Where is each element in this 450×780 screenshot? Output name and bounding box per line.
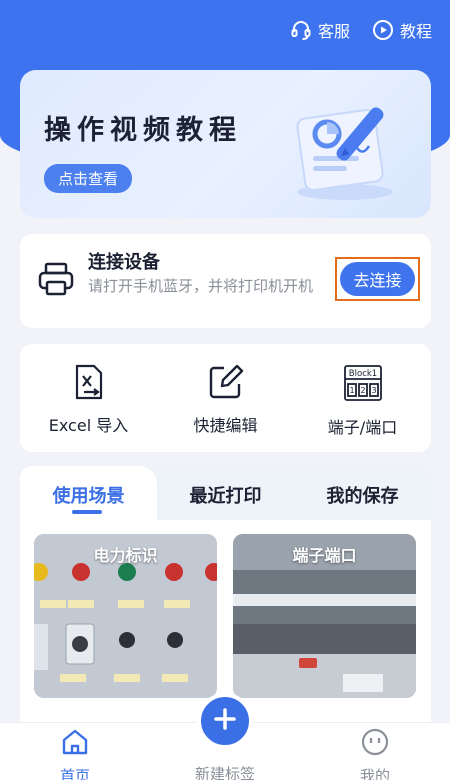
quick-edit-button[interactable]: 快捷编辑 xyxy=(157,344,294,452)
new-label-button[interactable] xyxy=(197,693,253,749)
connect-button-highlight: 去连接 xyxy=(335,257,420,301)
tutorial-button[interactable]: 教程 xyxy=(372,18,432,42)
scene-terminal-port-title: 端子端口 xyxy=(292,546,357,565)
nav-profile-label: 我的 xyxy=(359,767,390,780)
nav-home-label: 首页 xyxy=(59,767,90,780)
terminal-block-icon: Block1 1 2 3 xyxy=(343,364,383,402)
excel-import-icon xyxy=(72,364,106,400)
document-pen-illustration xyxy=(296,107,393,200)
terminal-icon-cell-2: 2 xyxy=(360,386,365,395)
connect-title: 连接设备 xyxy=(88,252,160,273)
quick-edit-icon xyxy=(208,364,244,400)
terminal-icon-block-text: Block1 xyxy=(348,369,376,379)
tab-my-saves[interactable]: 我的保存 xyxy=(294,466,431,520)
profile-face-icon xyxy=(360,727,390,761)
terminal-icon-cell-1: 1 xyxy=(349,386,354,395)
customer-service-button[interactable]: 客服 xyxy=(290,18,350,42)
plus-icon xyxy=(213,707,237,735)
nav-new-label-label: 新建标签 xyxy=(194,765,255,780)
banner-title: 操作视频教程 xyxy=(44,115,242,146)
video-tutorial-banner[interactable]: 操作视频教程 点击查看 xyxy=(20,70,431,218)
terminal-port-label: 端子/端口 xyxy=(327,418,398,437)
tutorial-label: 教程 xyxy=(399,22,432,41)
excel-import-label: Excel 导入 xyxy=(48,416,129,435)
nav-home[interactable]: 首页 xyxy=(0,723,150,780)
scene-power-marking[interactable]: 电力标识 xyxy=(34,534,217,698)
scene-power-marking-title: 电力标识 xyxy=(93,546,158,565)
excel-import-button[interactable]: Excel 导入 xyxy=(20,344,157,452)
connect-device-card: 连接设备 请打开手机蓝牙，并将打印机开机 去连接 xyxy=(20,234,431,328)
active-tab-indicator xyxy=(72,510,102,514)
scene-tabs: 使用场景 最近打印 我的保存 xyxy=(20,466,431,520)
terminal-port-button[interactable]: Block1 1 2 3 端子/端口 xyxy=(294,344,431,452)
tab-recent-prints[interactable]: 最近打印 xyxy=(157,466,294,520)
headset-icon xyxy=(290,19,312,41)
header-actions: 客服 教程 xyxy=(290,18,432,42)
banner-view-button[interactable]: 点击查看 xyxy=(44,164,133,193)
play-circle-icon xyxy=(372,19,394,41)
terminal-icon-cell-3: 3 xyxy=(371,386,376,395)
bottom-navigation: 首页 新建标签 我的 xyxy=(0,693,450,780)
home-icon xyxy=(60,727,90,761)
connect-button[interactable]: 去连接 xyxy=(340,262,415,296)
quick-edit-label: 快捷编辑 xyxy=(193,416,258,435)
scene-terminal-port[interactable]: 端子端口 xyxy=(233,534,416,698)
nav-profile[interactable]: 我的 xyxy=(300,723,450,780)
quick-actions-card: Excel 导入 快捷编辑 Block1 1 2 3 端子/端口 xyxy=(20,344,431,452)
printer-icon xyxy=(38,262,74,300)
customer-service-label: 客服 xyxy=(317,22,350,41)
connect-description: 请打开手机蓝牙，并将打印机开机 xyxy=(88,277,314,295)
nav-new-label[interactable]: 新建标签 xyxy=(150,693,300,780)
